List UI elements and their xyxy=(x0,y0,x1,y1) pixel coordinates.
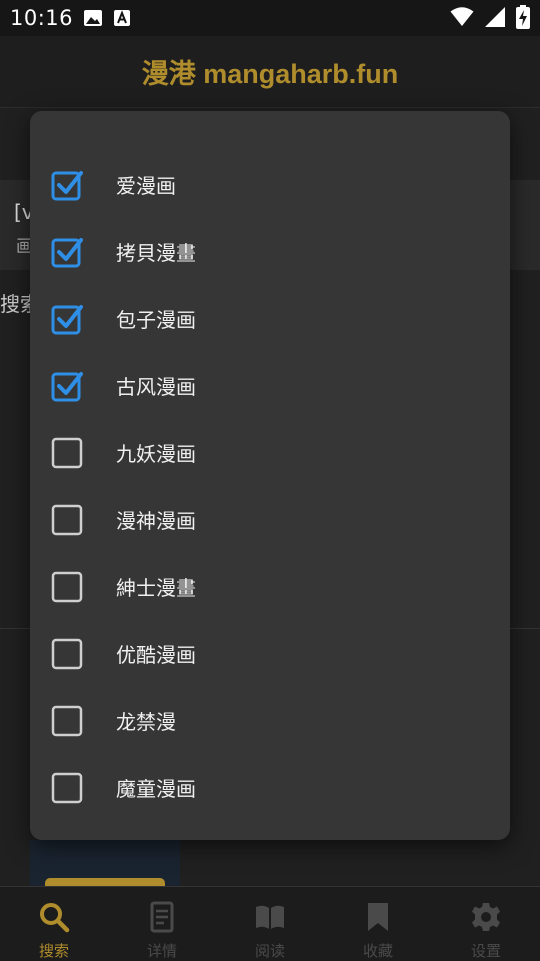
checkbox-checked-icon[interactable] xyxy=(51,170,83,200)
checkbox-checked-icon[interactable] xyxy=(51,237,83,267)
nav-item[interactable]: 设置 xyxy=(432,887,540,961)
checkbox-checked-icon[interactable] xyxy=(51,371,83,401)
nav-label: 详情 xyxy=(146,942,177,960)
checkbox-unchecked-icon[interactable] xyxy=(51,772,83,803)
checkbox-unchecked-icon[interactable] xyxy=(51,638,83,669)
search-icon xyxy=(38,901,70,937)
source-option[interactable]: 优酷漫画 xyxy=(30,620,510,687)
nav-item[interactable]: 收藏 xyxy=(324,887,432,961)
checkbox-unchecked-icon[interactable] xyxy=(51,705,83,736)
source-option-list: 爱漫画拷貝漫畫包子漫画古风漫画九妖漫画漫神漫画紳士漫畫优酷漫画龙禁漫魔童漫画 xyxy=(30,151,510,821)
source-option-label: 拷貝漫畫 xyxy=(116,241,196,265)
checkbox-unchecked-icon[interactable] xyxy=(51,437,83,468)
source-option-label: 九妖漫画 xyxy=(116,442,196,466)
signal-icon xyxy=(484,6,506,32)
nav-label: 设置 xyxy=(470,942,501,960)
source-option[interactable]: 包子漫画 xyxy=(30,285,510,352)
source-option-label: 古风漫画 xyxy=(116,375,196,399)
nav-item[interactable]: 详情 xyxy=(108,887,216,961)
source-option[interactable]: 紳士漫畫 xyxy=(30,553,510,620)
app-title: 漫港 mangaharb.fun xyxy=(141,59,399,89)
checkbox-unchecked-icon[interactable] xyxy=(51,571,83,602)
source-option[interactable]: 魔童漫画 xyxy=(30,754,510,821)
checkbox-unchecked-icon[interactable] xyxy=(51,504,83,535)
document-icon xyxy=(146,901,178,937)
source-option[interactable]: 九妖漫画 xyxy=(30,419,510,486)
app-header: 漫港 mangaharb.fun xyxy=(0,36,540,108)
battery-charging-icon xyxy=(516,5,530,33)
source-option-label: 漫神漫画 xyxy=(116,509,196,533)
source-option[interactable]: 龙禁漫 xyxy=(30,687,510,754)
source-option-label: 紳士漫畫 xyxy=(116,576,196,600)
nav-item[interactable]: 阅读 xyxy=(216,887,324,961)
source-option[interactable]: 古风漫画 xyxy=(30,352,510,419)
bookmark-icon xyxy=(362,901,394,937)
status-bar: 10:16 xyxy=(0,0,540,36)
image-notification-icon xyxy=(83,9,103,27)
bottom-navigation: 搜索 详情 阅读 收藏 设置 xyxy=(0,886,540,961)
book-icon xyxy=(254,901,286,937)
checkbox-checked-icon[interactable] xyxy=(51,304,83,334)
source-option-label: 优酷漫画 xyxy=(116,643,196,667)
nav-label: 阅读 xyxy=(254,942,285,960)
source-option-label: 魔童漫画 xyxy=(116,777,196,801)
gear-icon xyxy=(470,901,502,937)
app-notification-icon xyxy=(113,9,131,27)
source-option[interactable]: 拷貝漫畫 xyxy=(30,218,510,285)
source-option[interactable]: 漫神漫画 xyxy=(30,486,510,553)
nav-item[interactable]: 搜索 xyxy=(0,887,108,961)
status-time: 10:16 xyxy=(10,6,74,30)
source-select-dialog: 爱漫画拷貝漫畫包子漫画古风漫画九妖漫画漫神漫画紳士漫畫优酷漫画龙禁漫魔童漫画 xyxy=(30,111,510,840)
nav-label: 搜索 xyxy=(38,942,69,960)
source-option-label: 爱漫画 xyxy=(116,174,176,198)
nav-label: 收藏 xyxy=(362,942,393,960)
wifi-icon xyxy=(450,6,474,32)
source-option-label: 龙禁漫 xyxy=(116,710,176,734)
source-option[interactable]: 爱漫画 xyxy=(30,151,510,218)
source-option-label: 包子漫画 xyxy=(116,308,196,332)
